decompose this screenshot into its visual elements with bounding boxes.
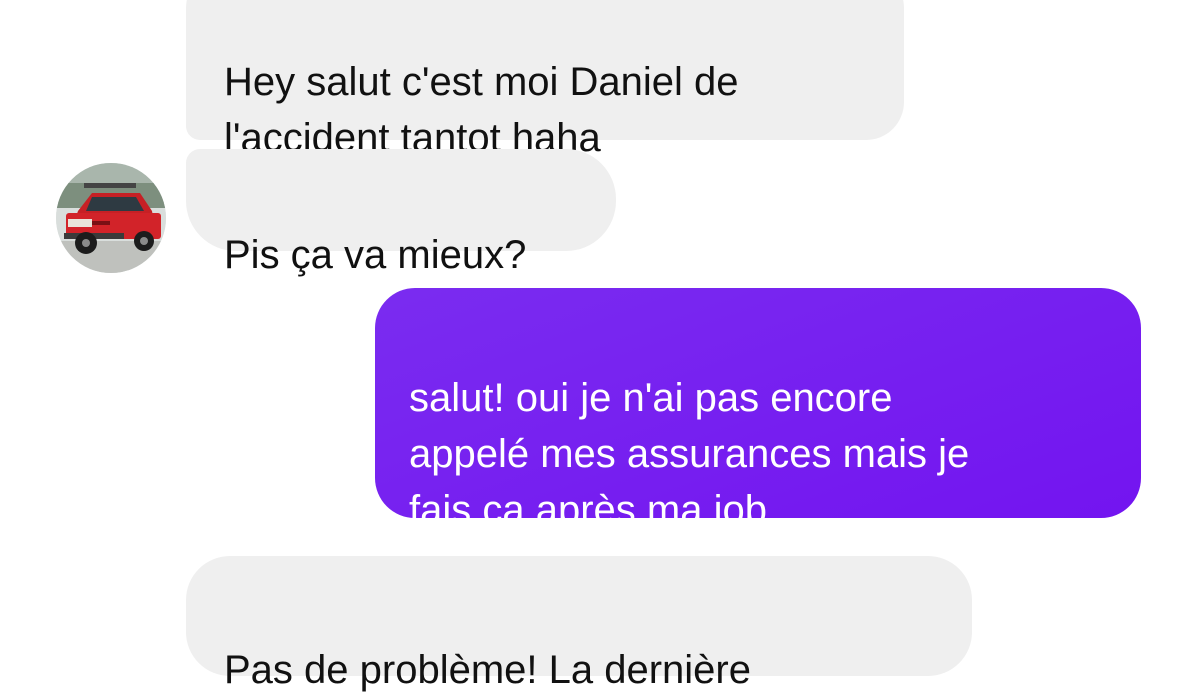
message-text: salut! oui je n'ai pas encore appelé mes… xyxy=(409,376,970,532)
message-text: Hey salut c'est moi Daniel de l'accident… xyxy=(224,60,739,160)
incoming-message-bubble[interactable]: Pas de problème! La dernière xyxy=(186,556,972,692)
outgoing-message-bubble[interactable]: salut! oui je n'ai pas encore appelé mes… xyxy=(375,288,1141,532)
message-text: Pas de problème! La dernière xyxy=(224,648,751,692)
message-text: Pis ça va mieux? xyxy=(224,233,527,277)
red-truck-photo-icon xyxy=(56,163,166,273)
incoming-message-bubble[interactable]: Hey salut c'est moi Daniel de l'accident… xyxy=(186,0,904,160)
contact-avatar[interactable] xyxy=(56,163,166,273)
incoming-message-bubble[interactable]: Pis ça va mieux? xyxy=(186,149,616,277)
